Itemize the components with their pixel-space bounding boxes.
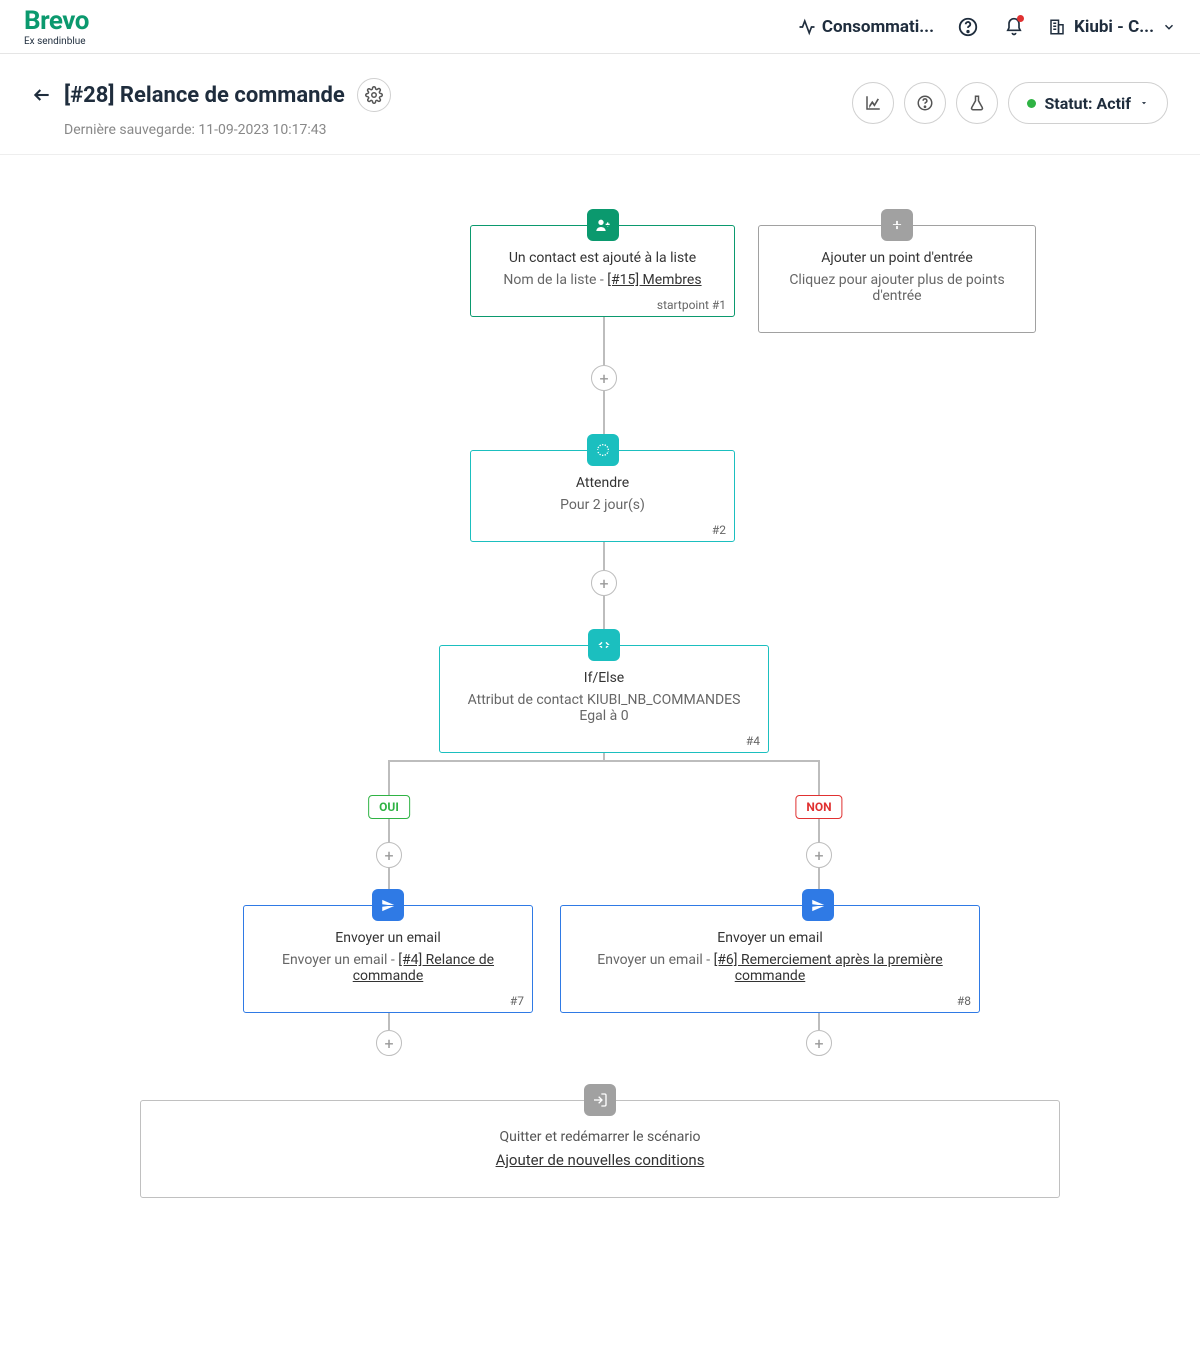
status-label: Statut: Actif <box>1044 94 1131 113</box>
list-link[interactable]: [#15] Membres <box>607 272 701 288</box>
add-step-button[interactable]: + <box>591 365 617 391</box>
brand[interactable]: Brevo Ex sendinblue <box>24 6 89 47</box>
add-step-button[interactable]: + <box>376 842 402 868</box>
status-dot <box>1027 99 1036 108</box>
chart-icon <box>864 94 882 112</box>
node-id: #2 <box>712 523 726 537</box>
connector <box>388 760 390 795</box>
node-subtitle: Envoyer un email - [#4] Relance de comma… <box>260 952 516 984</box>
node-exit[interactable]: Quitter et redémarrer le scénario Ajoute… <box>140 1100 1060 1198</box>
account-label: Kiubi - C... <box>1074 17 1154 37</box>
test-button[interactable] <box>956 82 998 124</box>
connector <box>818 815 820 845</box>
node-id: #7 <box>510 994 524 1008</box>
pulse-icon <box>798 18 816 36</box>
branch-no: NON <box>795 795 842 819</box>
building-icon <box>1048 18 1066 36</box>
branch-yes: OUI <box>368 795 410 819</box>
node-subtitle: Attribut de contact KIUBI_NB_COMMANDES E… <box>456 692 752 724</box>
flask-icon <box>968 94 986 112</box>
node-subtitle: Cliquez pour ajouter plus de points d'en… <box>775 272 1019 304</box>
usage-link[interactable]: Consommati... <box>798 17 934 37</box>
back-arrow-icon[interactable] <box>32 85 52 105</box>
connector <box>388 760 819 762</box>
exit-title: Quitter et redémarrer le scénario <box>157 1129 1043 1145</box>
node-title: Ajouter un point d'entrée <box>775 250 1019 266</box>
autosave-text: Dernière sauvegarde: 11-09-2023 10:17:43 <box>64 122 391 138</box>
connector <box>388 815 390 845</box>
settings-button[interactable] <box>357 78 391 112</box>
connector <box>603 310 605 365</box>
add-step-button[interactable]: + <box>806 1030 832 1056</box>
stats-button[interactable] <box>852 82 894 124</box>
node-title: Envoyer un email <box>260 930 516 946</box>
caret-down-icon <box>1139 98 1149 108</box>
chevron-down-icon <box>1162 20 1176 34</box>
node-id: #4 <box>746 734 760 748</box>
status-dropdown[interactable]: Statut: Actif <box>1008 82 1168 124</box>
help-icon[interactable] <box>956 15 980 39</box>
add-step-button[interactable]: + <box>591 570 617 596</box>
node-title: Envoyer un email <box>577 930 963 946</box>
add-step-button[interactable]: + <box>806 842 832 868</box>
node-startpoint[interactable]: Un contact est ajouté à la liste Nom de … <box>470 225 735 317</box>
help-icon <box>916 94 934 112</box>
exit-icon <box>584 1084 616 1116</box>
help-button[interactable] <box>904 82 946 124</box>
brand-subtitle: Ex sendinblue <box>24 36 89 47</box>
usage-label: Consommati... <box>822 17 934 37</box>
node-title: If/Else <box>456 670 752 686</box>
node-id: startpoint #1 <box>657 298 726 312</box>
exit-conditions-link[interactable]: Ajouter de nouvelles conditions <box>157 1151 1043 1169</box>
node-title: Un contact est ajouté à la liste <box>487 250 718 266</box>
connector <box>818 760 820 795</box>
email-template-link[interactable]: [#6] Remerciement après la première comm… <box>714 952 943 984</box>
page-title: [#28] Relance de commande <box>64 83 345 108</box>
node-subtitle: Envoyer un email - [#6] Remerciement apr… <box>577 952 963 984</box>
node-ifelse[interactable]: If/Else Attribut de contact KIUBI_NB_COM… <box>439 645 769 753</box>
node-id: #8 <box>957 994 971 1008</box>
brand-logo: Brevo <box>24 6 89 36</box>
node-email-no[interactable]: Envoyer un email Envoyer un email - [#6]… <box>560 905 980 1013</box>
node-subtitle: Pour 2 jour(s) <box>487 497 718 513</box>
notification-dot <box>1017 15 1024 22</box>
add-step-button[interactable]: + <box>376 1030 402 1056</box>
node-title: Attendre <box>487 475 718 491</box>
notifications-icon[interactable] <box>1002 15 1026 39</box>
node-add-entry[interactable]: Ajouter un point d'entrée Cliquez pour a… <box>758 225 1036 333</box>
account-menu[interactable]: Kiubi - C... <box>1048 17 1176 37</box>
gear-icon <box>365 86 383 104</box>
node-wait[interactable]: Attendre Pour 2 jour(s) #2 <box>470 450 735 542</box>
node-subtitle: Nom de la liste - [#15] Membres <box>487 272 718 288</box>
node-email-yes[interactable]: Envoyer un email Envoyer un email - [#4]… <box>243 905 533 1013</box>
